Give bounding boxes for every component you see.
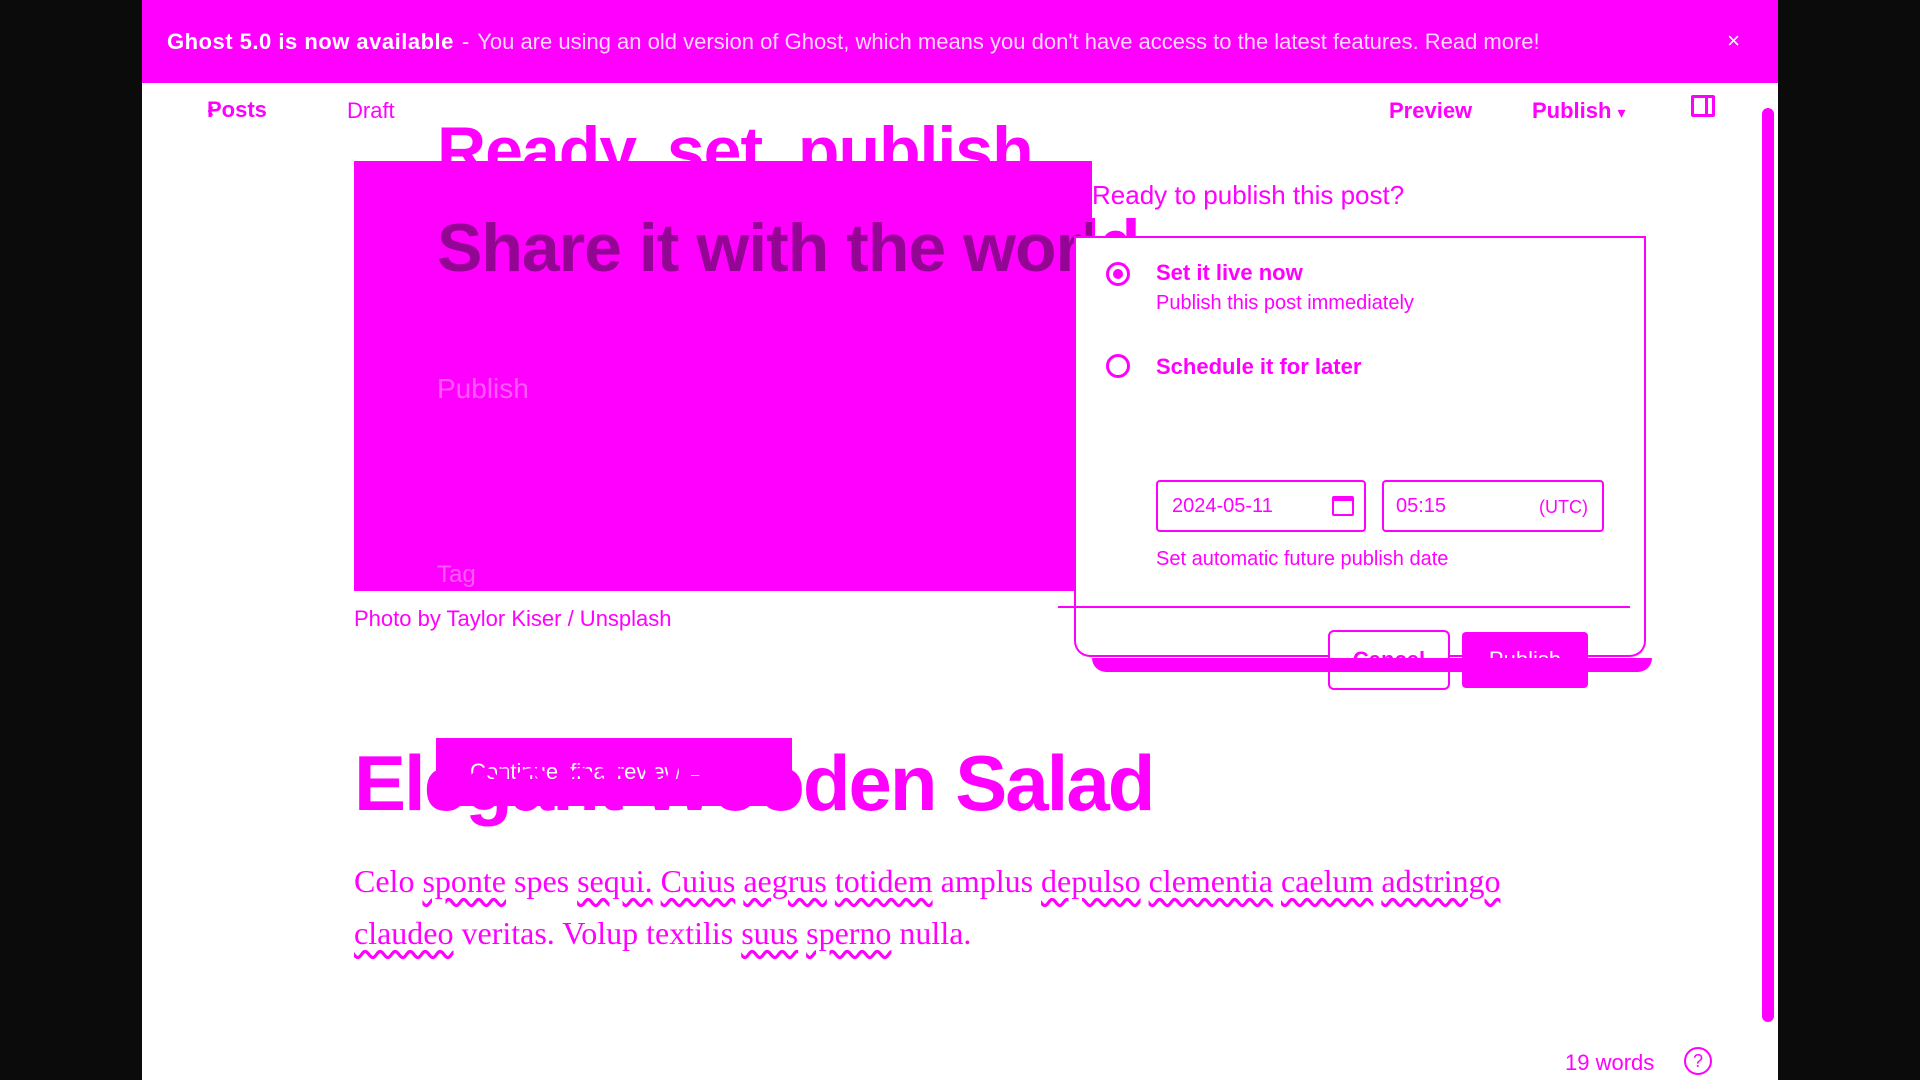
preview-button[interactable]: Preview <box>1389 98 1472 124</box>
radio-schedule[interactable] <box>1106 354 1130 378</box>
post-body-word: amplus <box>940 863 1034 899</box>
post-body-word: sequi. <box>577 863 653 899</box>
post-body-word: totidem <box>834 863 933 899</box>
post-body-word: aegrus <box>743 863 827 899</box>
option-now-label: Set it live now <box>1156 260 1303 285</box>
post-body-word: Cuius <box>660 863 736 899</box>
publish-options-card: Set it live now Publish this post immedi… <box>1058 236 1646 690</box>
post-body-word: sperno <box>806 915 892 951</box>
word-count: 19 words <box>1565 1050 1655 1075</box>
post-body-word: spes <box>513 863 570 899</box>
post-body-word: clementia <box>1148 863 1273 899</box>
banner-title: Ghost 5.0 is now available <box>167 28 454 54</box>
post-body-word: Celo <box>354 863 415 899</box>
post-body-word: adstringo <box>1381 863 1501 899</box>
post-body-word: textilis <box>646 915 734 951</box>
option-now-sub: Publish this post immediately <box>1156 292 1414 314</box>
publish-menu-button[interactable]: Publish ▾ <box>1532 98 1625 124</box>
time-value: 05:15 <box>1396 494 1447 517</box>
post-body-word: caelum <box>1280 863 1374 899</box>
option-later-label: Schedule it for later <box>1156 354 1362 379</box>
post-body[interactable]: Celo sponte spes sequi. Cuius aegrus tot… <box>354 855 1554 959</box>
post-status: Draft <box>347 98 395 123</box>
help-icon[interactable]: ? <box>1684 1047 1712 1075</box>
radio-publish-now[interactable] <box>1106 262 1130 286</box>
back-label: Posts <box>207 97 267 122</box>
post-body-word: suus <box>741 915 799 951</box>
sidebar-toggle-icon[interactable] <box>1691 95 1715 117</box>
feature-image[interactable]: Share it with the world. Publish Tag <box>354 161 1092 591</box>
timezone-label: (UTC) <box>1539 497 1588 517</box>
modal-title: Ready to publish this post? <box>1092 180 1405 210</box>
chevron-down-icon: ▾ <box>1617 105 1626 122</box>
banner-separator: - <box>461 28 470 54</box>
close-icon[interactable]: × <box>1727 28 1740 54</box>
post-body-word: Volup <box>562 915 639 951</box>
feature-image-publish: Publish <box>437 373 529 404</box>
modal-footer-shadow <box>1092 658 1652 672</box>
modal-divider <box>1058 606 1630 608</box>
editor-window: Ghost 5.0 is now available - You are usi… <box>142 0 1778 1080</box>
time-input[interactable]: 05:15 (UTC) <box>1382 480 1604 532</box>
post-body-word: nulla. <box>899 915 972 951</box>
calendar-icon[interactable] <box>1332 496 1354 516</box>
publish-modal: Ready to publish this post? Set it live … <box>1058 160 1778 690</box>
feature-image-text: Share it with the world. <box>437 210 1092 286</box>
feature-image-tag: Tag <box>437 561 476 588</box>
modal-top-divider <box>1074 236 1646 238</box>
post-body-word: depulso <box>1041 863 1141 899</box>
date-input[interactable]: 2024-05-11 <box>1156 480 1366 532</box>
update-banner: Ghost 5.0 is now available - You are usi… <box>142 0 1778 83</box>
schedule-hint: Set automatic future publish date <box>1156 548 1449 570</box>
date-value: 2024-05-11 <box>1172 494 1273 517</box>
feature-image-caption[interactable]: Photo by Taylor Kiser / Unsplash <box>354 606 672 632</box>
post-body-word: veritas. <box>461 915 555 951</box>
post-body-word: sponte <box>422 863 506 899</box>
post-body-word: claudeo <box>354 915 454 951</box>
post-title[interactable]: Elegant Wooden Salad <box>354 738 1155 829</box>
publish-menu-label: Publish <box>1532 98 1612 123</box>
banner-message[interactable]: You are using an old version of Ghost, w… <box>477 29 1539 55</box>
